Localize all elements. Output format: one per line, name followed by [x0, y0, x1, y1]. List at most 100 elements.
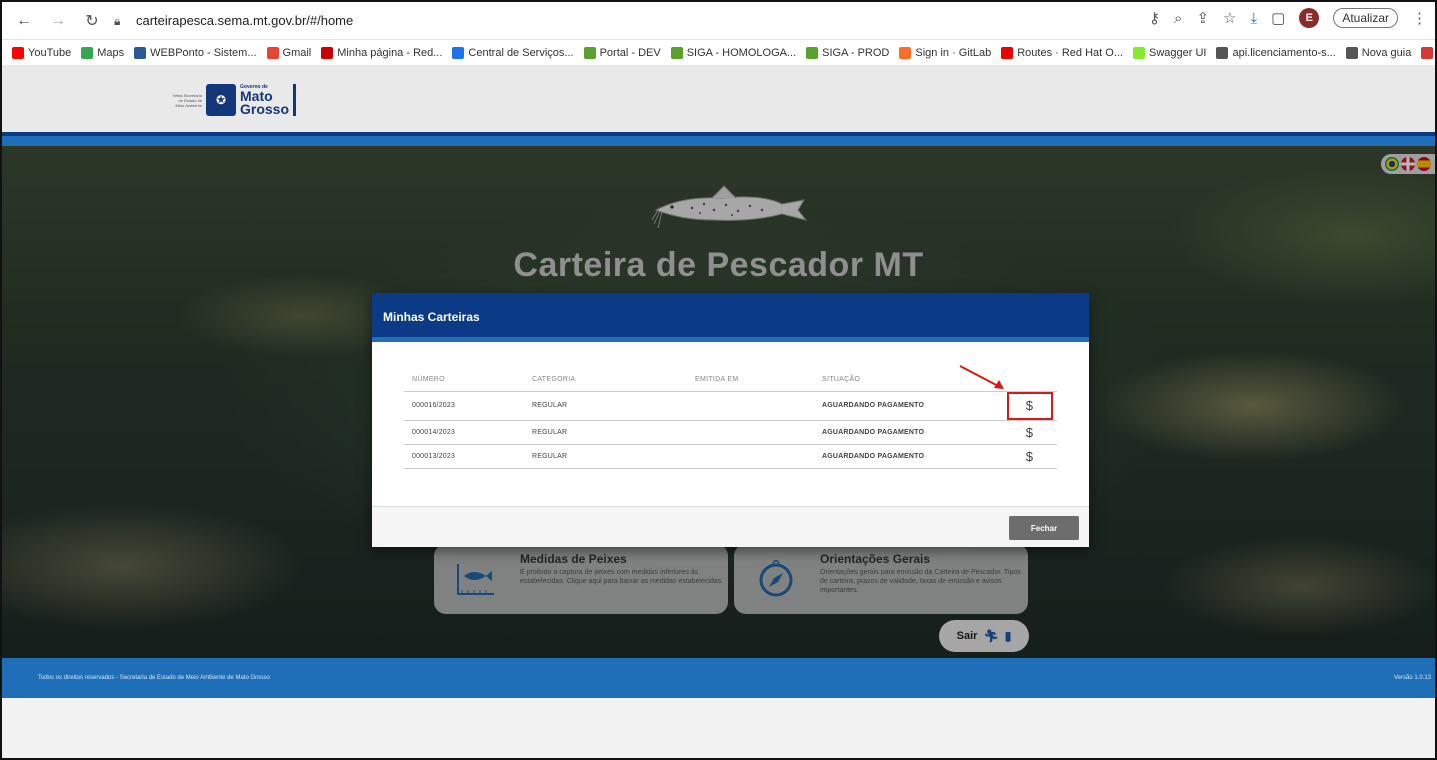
- bookmark-item[interactable]: Log in to Jenkins us...: [1421, 46, 1435, 59]
- bookmark-item[interactable]: api.licenciamento-s...: [1216, 46, 1336, 59]
- browser-toolbar: ← → ↻ 🔒︎ carteirapesca.sema.mt.gov.br/#/…: [2, 2, 1435, 40]
- cell-categoria: REGULAR: [532, 420, 695, 445]
- bookmark-item[interactable]: WEBPonto - Sistem...: [134, 46, 257, 59]
- bookmark-label: Central de Serviços...: [468, 46, 574, 59]
- page-bottom-space: [2, 698, 1435, 758]
- bookmark-label: Swagger UI: [1148, 46, 1207, 59]
- bookmark-favicon-icon: [1216, 46, 1229, 59]
- site-header: Vetita Secretaria de Estado de Meio Ambi…: [2, 66, 1435, 132]
- payment-dollar-icon[interactable]: $: [1026, 425, 1033, 440]
- cell-action: $: [1002, 391, 1057, 421]
- more-menu-icon[interactable]: ⋮: [1412, 9, 1427, 27]
- cell-situacao: AGUARDANDO PAGAMENTO: [822, 391, 1002, 421]
- logo-name2: Grosso: [240, 101, 290, 117]
- mato-grosso-logo[interactable]: Vetita Secretaria de Estado de Meio Ambi…: [172, 82, 297, 118]
- zoom-icon[interactable]: ⌕: [1174, 10, 1182, 27]
- bookmark-favicon-icon: [1001, 46, 1014, 59]
- column-header-categoria: CATEGORIA: [532, 373, 695, 392]
- back-icon[interactable]: ←: [12, 9, 36, 33]
- cell-action: $: [1002, 420, 1057, 445]
- bookmark-label: Sign in · GitLab: [915, 46, 992, 59]
- bookmark-favicon-icon: [266, 46, 279, 59]
- cell-emitida: [695, 420, 822, 445]
- bookmark-item[interactable]: SIGA - HOMOLOGA...: [670, 46, 797, 59]
- logo-small-text: Vetita Secretaria de Estado de Meio Ambi…: [172, 92, 202, 108]
- bookmark-item[interactable]: Routes · Red Hat O...: [1001, 46, 1123, 59]
- bookmark-favicon-icon: [12, 46, 24, 59]
- cell-numero: 000016/2023: [404, 391, 532, 421]
- table-row: 000014/2023 REGULAR AGUARDANDO PAGAMENTO…: [404, 420, 1057, 445]
- bookmark-label: YouTube: [28, 46, 72, 59]
- column-header-numero: NÚMERO: [404, 373, 532, 392]
- cell-emitida: [695, 444, 822, 469]
- cell-action: $: [1002, 444, 1057, 469]
- bookmark-label: Maps: [97, 46, 125, 59]
- address-bar[interactable]: 🔒︎ carteirapesca.sema.mt.gov.br/#/home: [114, 8, 1214, 34]
- bookmark-label: Nova guia: [1361, 46, 1412, 59]
- bookmark-favicon-icon: [1132, 46, 1145, 59]
- star-icon[interactable]: ☆: [1223, 9, 1236, 27]
- bookmark-favicon-icon: [670, 46, 683, 59]
- table-row: 000013/2023 REGULAR AGUARDANDO PAGAMENTO…: [404, 444, 1057, 469]
- bookmark-item[interactable]: Portal - DEV: [583, 46, 661, 59]
- bookmark-item[interactable]: Minha página - Red...: [321, 46, 443, 59]
- close-button[interactable]: Fechar: [1009, 516, 1079, 540]
- bookmark-item[interactable]: Maps: [81, 46, 125, 59]
- bookmark-favicon-icon: [899, 46, 912, 59]
- reload-icon[interactable]: ↻: [80, 9, 104, 33]
- modal-header-accent: [372, 337, 1089, 342]
- cell-situacao: AGUARDANDO PAGAMENTO: [822, 420, 1002, 445]
- bookmark-item[interactable]: SIGA - PROD: [806, 46, 889, 59]
- header-accent-bar: [2, 136, 1435, 146]
- bookmark-favicon-icon: [583, 46, 596, 59]
- bookmark-favicon-icon: [321, 46, 334, 59]
- bookmark-item[interactable]: Central de Serviços...: [452, 46, 574, 59]
- cell-situacao: AGUARDANDO PAGAMENTO: [822, 444, 1002, 469]
- cell-emitida: [695, 391, 822, 421]
- modal-footer: Fechar: [372, 506, 1089, 547]
- footer-version: Versão 1.0.13: [1393, 675, 1431, 681]
- bookmark-favicon-icon: [81, 46, 94, 59]
- bookmark-label: Portal - DEV: [599, 46, 661, 59]
- minhas-carteiras-modal: Minhas Carteiras NÚMERO CATEGORIA EMITID…: [372, 293, 1089, 547]
- bookmark-favicon-icon: [452, 46, 465, 59]
- bookmark-label: Gmail: [282, 46, 312, 59]
- red-arrow-annotation: [959, 365, 1004, 389]
- bookmark-favicon-icon: [134, 46, 147, 59]
- download-icon[interactable]: ⤓: [1250, 10, 1257, 27]
- bookmark-label: Minha página - Red...: [337, 46, 443, 59]
- bookmark-item[interactable]: Swagger UI: [1132, 46, 1207, 59]
- update-button[interactable]: Atualizar: [1333, 8, 1398, 28]
- bookmark-favicon-icon: [1345, 46, 1358, 59]
- highlight-box: $: [1006, 391, 1053, 420]
- bookmark-label: Routes · Red Hat O...: [1017, 46, 1123, 59]
- profile-avatar[interactable]: E: [1299, 8, 1320, 28]
- payment-dollar-icon[interactable]: $: [1026, 398, 1033, 413]
- sidepanel-icon[interactable]: ▢: [1271, 9, 1285, 27]
- bookmark-item[interactable]: Nova guia: [1345, 46, 1412, 59]
- modal-title: Minhas Carteiras: [372, 293, 1089, 337]
- cell-categoria: REGULAR: [532, 391, 695, 421]
- footer-copyright: Todos os direitos reservados - Secretari…: [38, 675, 270, 681]
- share-icon[interactable]: ⇪: [1196, 9, 1209, 27]
- bookmark-item[interactable]: YouTube: [12, 46, 72, 59]
- url-text: carteirapesca.sema.mt.gov.br/#/home: [136, 13, 354, 28]
- bookmark-label: api.licenciamento-s...: [1232, 46, 1336, 59]
- bookmark-favicon-icon: [806, 46, 819, 59]
- bookmark-label: SIGA - HOMOLOGA...: [686, 46, 797, 59]
- bookmark-label: WEBPonto - Sistem...: [150, 46, 257, 59]
- screenshot-frame: ← → ↻ 🔒︎ carteirapesca.sema.mt.gov.br/#/…: [0, 0, 1437, 760]
- bookmark-favicon-icon: [1421, 46, 1434, 59]
- logo-text: Governo de Mato Grosso: [240, 84, 297, 117]
- forward-icon[interactable]: →: [46, 9, 70, 33]
- cell-categoria: REGULAR: [532, 444, 695, 469]
- seal-icon: ✪: [206, 84, 236, 116]
- bookmark-item[interactable]: Sign in · GitLab: [899, 46, 992, 59]
- key-icon[interactable]: ⚷: [1149, 9, 1160, 27]
- bookmarks-bar: YouTube Maps WEBPonto - Sistem... Gmail Minh…: [2, 40, 1435, 66]
- cell-numero: 000014/2023: [404, 420, 532, 445]
- bookmark-item[interactable]: Gmail: [266, 46, 312, 59]
- lock-icon: 🔒︎: [114, 13, 121, 28]
- cell-numero: 000013/2023: [404, 444, 532, 469]
- payment-dollar-icon[interactable]: $: [1026, 449, 1033, 464]
